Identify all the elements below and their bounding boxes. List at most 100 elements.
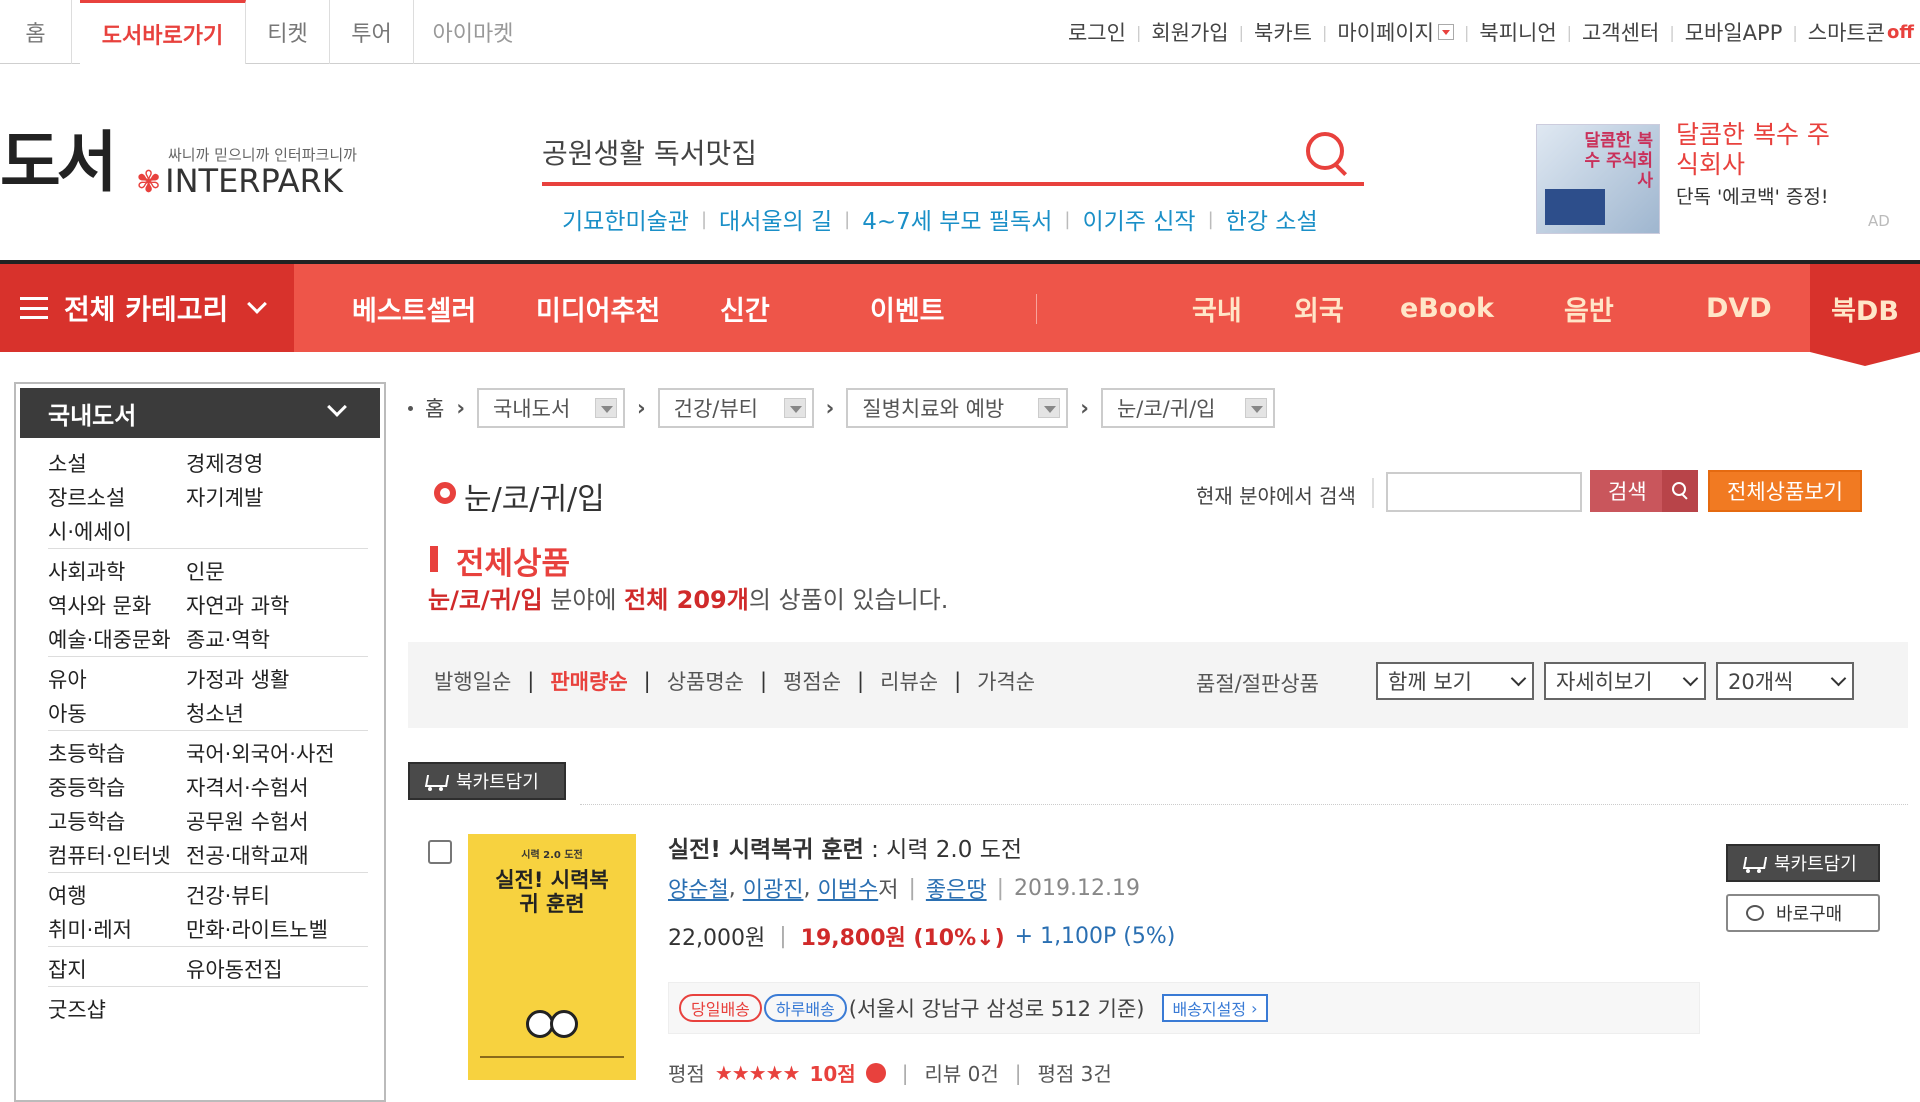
- keyword-link[interactable]: 4~7세 부모 필독서: [862, 202, 1052, 236]
- keyword-link[interactable]: 이기주 신작: [1082, 202, 1195, 236]
- nav-foreign[interactable]: 외국: [1294, 264, 1344, 352]
- page-size-select[interactable]: 20개씩: [1716, 662, 1854, 700]
- search-icon[interactable]: [1302, 130, 1352, 180]
- tab-books[interactable]: 도서바로가기: [80, 0, 246, 64]
- sort-option[interactable]: 상품명순: [667, 666, 744, 696]
- sidebar-item[interactable]: 사회과학: [48, 556, 186, 586]
- sidebar-item[interactable]: 역사와 문화: [48, 590, 186, 620]
- sidebar-item[interactable]: 종교·역학: [186, 624, 270, 654]
- tab-imarket[interactable]: 아이마켓: [414, 0, 532, 64]
- add-selected-to-cart-button[interactable]: 북카트담기: [408, 762, 566, 800]
- ad-book-cover[interactable]: 달콤한 복수 주식회사: [1536, 124, 1660, 234]
- nav-bookdb[interactable]: 북DB: [1810, 264, 1920, 366]
- breadcrumb-select-level4[interactable]: 눈/코/귀/입: [1100, 388, 1275, 428]
- sidebar-item[interactable]: 자격서·수험서: [186, 772, 309, 802]
- product-title-main[interactable]: 실전! 시력복귀 훈련: [668, 837, 864, 863]
- sidebar-item[interactable]: 시·에세이: [48, 516, 186, 546]
- sidebar-item[interactable]: 자기계발: [186, 482, 263, 512]
- sidebar-item[interactable]: 굿즈샵: [48, 994, 186, 1024]
- mobile-app-link[interactable]: 모바일APP: [1685, 17, 1783, 47]
- all-categories-button[interactable]: 전체 카테고리: [0, 264, 294, 352]
- customer-center-link[interactable]: 고객센터: [1582, 17, 1659, 47]
- mypage-link[interactable]: 마이페이지: [1337, 17, 1434, 47]
- sidebar-item[interactable]: 잡지: [48, 954, 186, 984]
- in-category-search-input[interactable]: [1386, 472, 1582, 512]
- sort-option[interactable]: 가격순: [977, 666, 1035, 696]
- sidebar-item[interactable]: 고등학습: [48, 806, 186, 836]
- nav-new[interactable]: 신간: [720, 264, 770, 352]
- sidebar-item[interactable]: 경제경영: [186, 448, 263, 478]
- books-logo-text[interactable]: 도서: [0, 128, 117, 198]
- view-all-products-button[interactable]: 전체상품보기: [1708, 470, 1862, 512]
- tab-tour[interactable]: 투어: [330, 0, 414, 64]
- breadcrumb-home[interactable]: 홈: [425, 393, 444, 423]
- ad-subtitle[interactable]: 단독 '에코백' 증정!: [1676, 182, 1829, 209]
- breadcrumb-select-level1[interactable]: 국내도서: [476, 388, 625, 428]
- nav-ebook[interactable]: eBook: [1400, 264, 1494, 352]
- nav-media-picks[interactable]: 미디어추천: [536, 264, 660, 352]
- breadcrumb-select-level3[interactable]: 질병치료와 예방: [846, 388, 1069, 428]
- keyword-link[interactable]: 기묘한미술관: [562, 202, 689, 236]
- bookpinion-link[interactable]: 북피니언: [1479, 17, 1556, 47]
- keyword-link[interactable]: 한강 소설: [1226, 202, 1318, 236]
- tab-home[interactable]: 홈: [0, 0, 72, 64]
- add-to-cart-button[interactable]: 북카트담기: [1726, 844, 1880, 882]
- sidebar-item[interactable]: 자연과 과학: [186, 590, 289, 620]
- nav-events[interactable]: 이벤트: [870, 264, 945, 352]
- smartcon-off-label[interactable]: off: [1887, 22, 1914, 43]
- sort-option-active[interactable]: 판매량순: [550, 666, 627, 696]
- sidebar-item[interactable]: 중등학습: [48, 772, 186, 802]
- keyword-link[interactable]: 대서울의 길: [719, 202, 832, 236]
- sidebar-item[interactable]: 전공·대학교재: [186, 840, 309, 870]
- nav-domestic[interactable]: 국내: [1192, 264, 1242, 352]
- sidebar-item[interactable]: 초등학습: [48, 738, 186, 768]
- author-link[interactable]: 이광진: [743, 872, 804, 904]
- sidebar-item[interactable]: 유아: [48, 664, 186, 694]
- signup-link[interactable]: 회원가입: [1151, 17, 1228, 47]
- ad-title[interactable]: 달콤한 복수 주식회사: [1676, 120, 1846, 180]
- sidebar-item[interactable]: 인문: [186, 556, 225, 586]
- product-checkbox[interactable]: [428, 840, 452, 864]
- sidebar-item[interactable]: 컴퓨터·인터넷: [48, 840, 186, 870]
- sidebar-item[interactable]: 예술·대중문화: [48, 624, 186, 654]
- soldout-view-select[interactable]: 함께 보기: [1376, 662, 1534, 700]
- sidebar-item[interactable]: 공무원 수험서: [186, 806, 309, 836]
- tab-ticket[interactable]: 티켓: [246, 0, 330, 64]
- sidebar-item[interactable]: 건강·뷰티: [186, 880, 270, 910]
- sidebar-item[interactable]: 가정과 생활: [186, 664, 289, 694]
- bookcart-link[interactable]: 북카트: [1254, 17, 1312, 47]
- in-category-search-button[interactable]: 검색: [1590, 470, 1698, 512]
- sort-option[interactable]: 발행일순: [434, 666, 511, 696]
- sidebar-item[interactable]: 국어·외국어·사전: [186, 738, 335, 768]
- publisher-link[interactable]: 좋은땅: [926, 872, 987, 904]
- author-link[interactable]: 이범수: [817, 872, 878, 904]
- sidebar-item[interactable]: 유아동전집: [186, 954, 283, 984]
- nav-music[interactable]: 음반: [1564, 264, 1614, 352]
- chevron-down-icon[interactable]: [327, 397, 347, 417]
- sort-option[interactable]: 리뷰순: [880, 666, 938, 696]
- sidebar-item[interactable]: 여행: [48, 880, 186, 910]
- sidebar-title[interactable]: 국내도서: [20, 388, 380, 438]
- mypage-dropdown-icon[interactable]: [1437, 24, 1454, 40]
- nav-bestseller[interactable]: 베스트셀러: [352, 264, 476, 352]
- sidebar-item[interactable]: 아동: [48, 698, 186, 728]
- breadcrumb-select-level2[interactable]: 건강/뷰티: [657, 388, 814, 428]
- product-cover-image[interactable]: 시력 2.0 도전 실전! 시력복귀 훈련: [468, 834, 636, 1080]
- sort-option[interactable]: 평점순: [783, 666, 841, 696]
- buy-now-button[interactable]: 바로구매: [1726, 894, 1880, 932]
- nav-dvd[interactable]: DVD: [1706, 264, 1772, 352]
- sidebar-item[interactable]: 취미·레저: [48, 914, 186, 944]
- shipping-address-setting-button[interactable]: 배송지설정 ›: [1162, 994, 1268, 1022]
- sidebar-item[interactable]: 장르소설: [48, 482, 186, 512]
- author-link[interactable]: 양순철: [668, 872, 729, 904]
- sidebar-item[interactable]: 만화·라이트노벨: [186, 914, 328, 944]
- sidebar-item[interactable]: 소설: [48, 448, 186, 478]
- sidebar-item[interactable]: 청소년: [186, 698, 244, 728]
- login-link[interactable]: 로그인: [1068, 17, 1126, 47]
- product-title[interactable]: 실전! 시력복귀 훈련 : 시력 2.0 도전: [668, 830, 1022, 864]
- rating-count[interactable]: 평점 3건: [1038, 1058, 1112, 1087]
- view-mode-select[interactable]: 자세히보기: [1544, 662, 1706, 700]
- main-search-input[interactable]: [542, 126, 1302, 178]
- review-count[interactable]: 리뷰 0건: [924, 1058, 998, 1087]
- smartcon-link[interactable]: 스마트콘: [1808, 17, 1885, 47]
